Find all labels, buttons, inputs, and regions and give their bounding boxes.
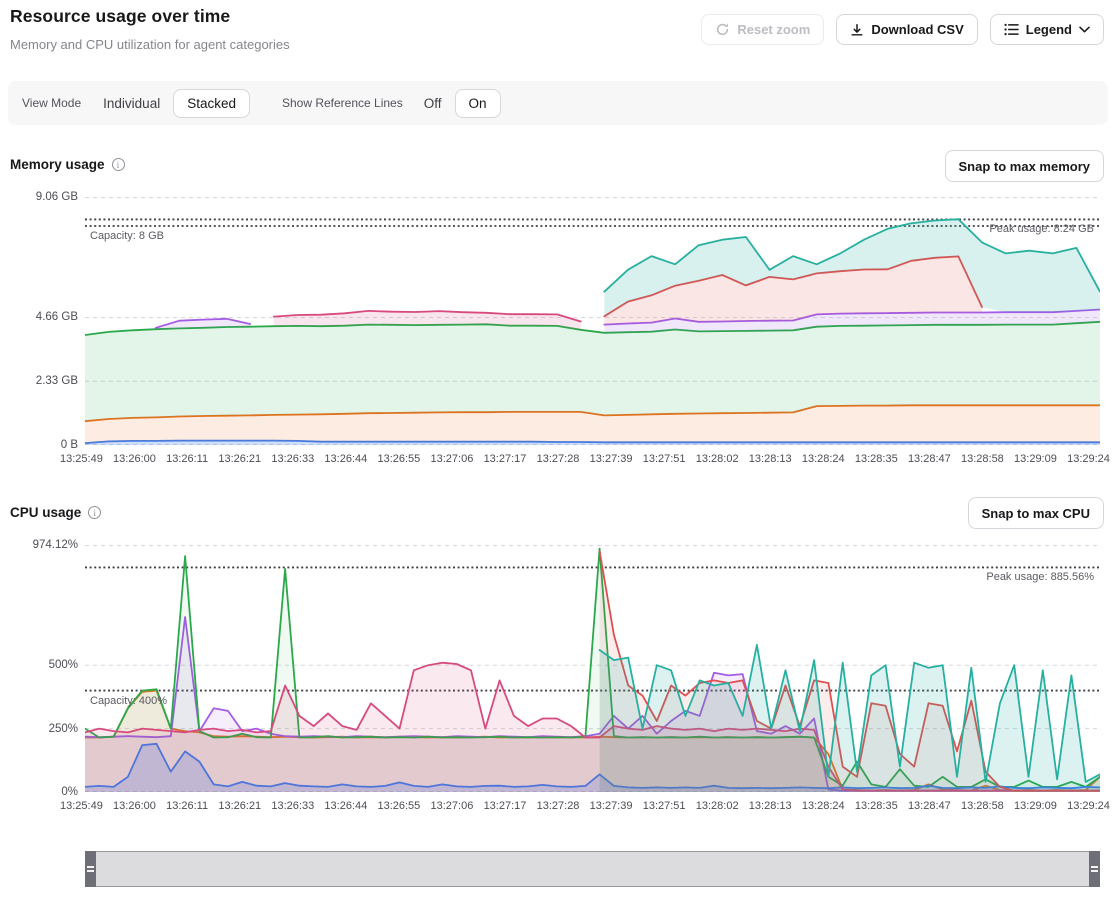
cpu-chart: 974.12%500%250%0% 13:25:4913:26:0013:26:… xyxy=(0,545,1116,792)
x-tick-label: 13:25:49 xyxy=(60,453,103,465)
x-tick-label: 13:26:44 xyxy=(324,800,367,812)
reset-zoom-button[interactable]: Reset zoom xyxy=(701,14,824,45)
x-tick-label: 13:28:47 xyxy=(908,800,951,812)
x-tick-label: 13:27:39 xyxy=(590,800,633,812)
x-tick-label: 13:28:58 xyxy=(961,800,1004,812)
x-tick-label: 13:27:39 xyxy=(590,453,633,465)
snap-to-max-memory-button[interactable]: Snap to max memory xyxy=(945,150,1105,182)
y-tick-label: 500% xyxy=(49,659,78,671)
reference-line-label: Peak usage: 8.24 GB xyxy=(989,223,1094,235)
x-tick-label: 13:29:24 xyxy=(1067,453,1110,465)
view-mode-stacked[interactable]: Stacked xyxy=(173,89,250,118)
x-tick-label: 13:26:00 xyxy=(113,453,156,465)
x-tick-label: 13:26:00 xyxy=(113,800,156,812)
x-tick-label: 13:28:24 xyxy=(802,800,845,812)
x-tick-label: 13:26:21 xyxy=(218,800,261,812)
show-reference-lines-label: Show Reference Lines xyxy=(282,96,403,110)
x-tick-label: 13:27:06 xyxy=(431,453,474,465)
x-tick-label: 13:28:35 xyxy=(855,800,898,812)
x-tick-label: 13:26:33 xyxy=(271,800,314,812)
x-tick-label: 13:28:02 xyxy=(696,800,739,812)
page-title: Resource usage over time xyxy=(10,6,230,27)
x-tick-label: 13:29:09 xyxy=(1014,800,1057,812)
x-tick-label: 13:29:24 xyxy=(1067,800,1110,812)
download-icon xyxy=(850,23,864,37)
refresh-icon xyxy=(715,22,730,37)
memory-section-header: Memory usage i xyxy=(10,157,125,172)
memory-chart: 9.06 GB4.66 GB2.33 GB0 B 13:25:4913:26:0… xyxy=(0,197,1116,445)
x-tick-label: 13:28:58 xyxy=(961,453,1004,465)
x-tick-label: 13:28:02 xyxy=(696,453,739,465)
resource-usage-page: Resource usage over time Memory and CPU … xyxy=(0,0,1116,906)
y-tick-label: 250% xyxy=(49,723,78,735)
legend-button[interactable]: Legend xyxy=(990,14,1104,45)
y-tick-label: 2.33 GB xyxy=(36,375,78,387)
list-icon xyxy=(1004,23,1019,36)
x-tick-label: 13:28:35 xyxy=(855,453,898,465)
x-tick-label: 13:26:55 xyxy=(377,800,420,812)
x-tick-label: 13:27:51 xyxy=(643,800,686,812)
cpu-section-header: CPU usage i xyxy=(10,505,101,520)
x-tick-label: 13:26:55 xyxy=(377,453,420,465)
memory-section-title: Memory usage xyxy=(10,157,105,172)
x-tick-label: 13:26:11 xyxy=(166,800,208,812)
x-tick-label: 13:28:24 xyxy=(802,453,845,465)
view-mode-individual[interactable]: Individual xyxy=(103,96,160,111)
reference-line-label: Capacity: 8 GB xyxy=(90,230,164,242)
x-tick-label: 13:27:17 xyxy=(484,453,527,465)
x-tick-label: 13:28:47 xyxy=(908,453,951,465)
cpu-plot-area[interactable] xyxy=(85,545,1100,792)
reference-line-label: Peak usage: 885.56% xyxy=(986,571,1094,583)
page-subtitle: Memory and CPU utilization for agent cat… xyxy=(10,37,290,52)
header-actions: Reset zoom Download CSV Legend xyxy=(701,14,1104,45)
x-tick-label: 13:27:28 xyxy=(537,800,580,812)
memory-y-axis: 9.06 GB4.66 GB2.33 GB0 B xyxy=(0,197,78,445)
x-tick-label: 13:26:11 xyxy=(166,453,208,465)
reference-line-label: Capacity: 400% xyxy=(90,695,167,707)
x-tick-label: 13:26:44 xyxy=(324,453,367,465)
cpu-x-axis: 13:25:49 13:26:00 13:26:11 13:26:21 13:26:33… xyxy=(60,800,1110,812)
download-csv-button[interactable]: Download CSV xyxy=(836,14,977,45)
info-icon[interactable]: i xyxy=(112,158,125,171)
time-range-brush[interactable] xyxy=(85,851,1100,887)
x-tick-label: 13:28:13 xyxy=(749,453,792,465)
x-tick-label: 13:29:09 xyxy=(1014,453,1057,465)
y-tick-label: 0% xyxy=(61,786,78,798)
y-tick-label: 974.12% xyxy=(33,539,78,551)
brush-handle-left[interactable] xyxy=(85,851,96,887)
chevron-down-icon xyxy=(1079,26,1090,33)
memory-plot-area[interactable] xyxy=(85,197,1100,445)
cpu-section-title: CPU usage xyxy=(10,505,81,520)
x-tick-label: 13:27:06 xyxy=(431,800,474,812)
x-tick-label: 13:27:51 xyxy=(643,453,686,465)
cpu-y-axis: 974.12%500%250%0% xyxy=(0,545,78,792)
view-mode-label: View Mode xyxy=(22,96,81,110)
reference-lines-on[interactable]: On xyxy=(455,89,501,118)
x-tick-label: 13:28:13 xyxy=(749,800,792,812)
y-tick-label: 4.66 GB xyxy=(36,311,78,323)
brush-handle-right[interactable] xyxy=(1089,851,1100,887)
reference-lines-off[interactable]: Off xyxy=(424,96,442,111)
view-options-toolbar: View Mode Individual Stacked Show Refere… xyxy=(8,81,1108,125)
x-tick-label: 13:26:33 xyxy=(271,453,314,465)
y-tick-label: 9.06 GB xyxy=(36,191,78,203)
x-tick-label: 13:27:17 xyxy=(484,800,527,812)
y-tick-label: 0 B xyxy=(61,439,78,451)
x-tick-label: 13:27:28 xyxy=(537,453,580,465)
x-tick-label: 13:26:21 xyxy=(218,453,261,465)
snap-to-max-cpu-button[interactable]: Snap to max CPU xyxy=(968,497,1104,529)
memory-x-axis: 13:25:49 13:26:00 13:26:11 13:26:21 13:26:33… xyxy=(60,453,1110,465)
x-tick-label: 13:25:49 xyxy=(60,800,103,812)
info-icon[interactable]: i xyxy=(88,506,101,519)
